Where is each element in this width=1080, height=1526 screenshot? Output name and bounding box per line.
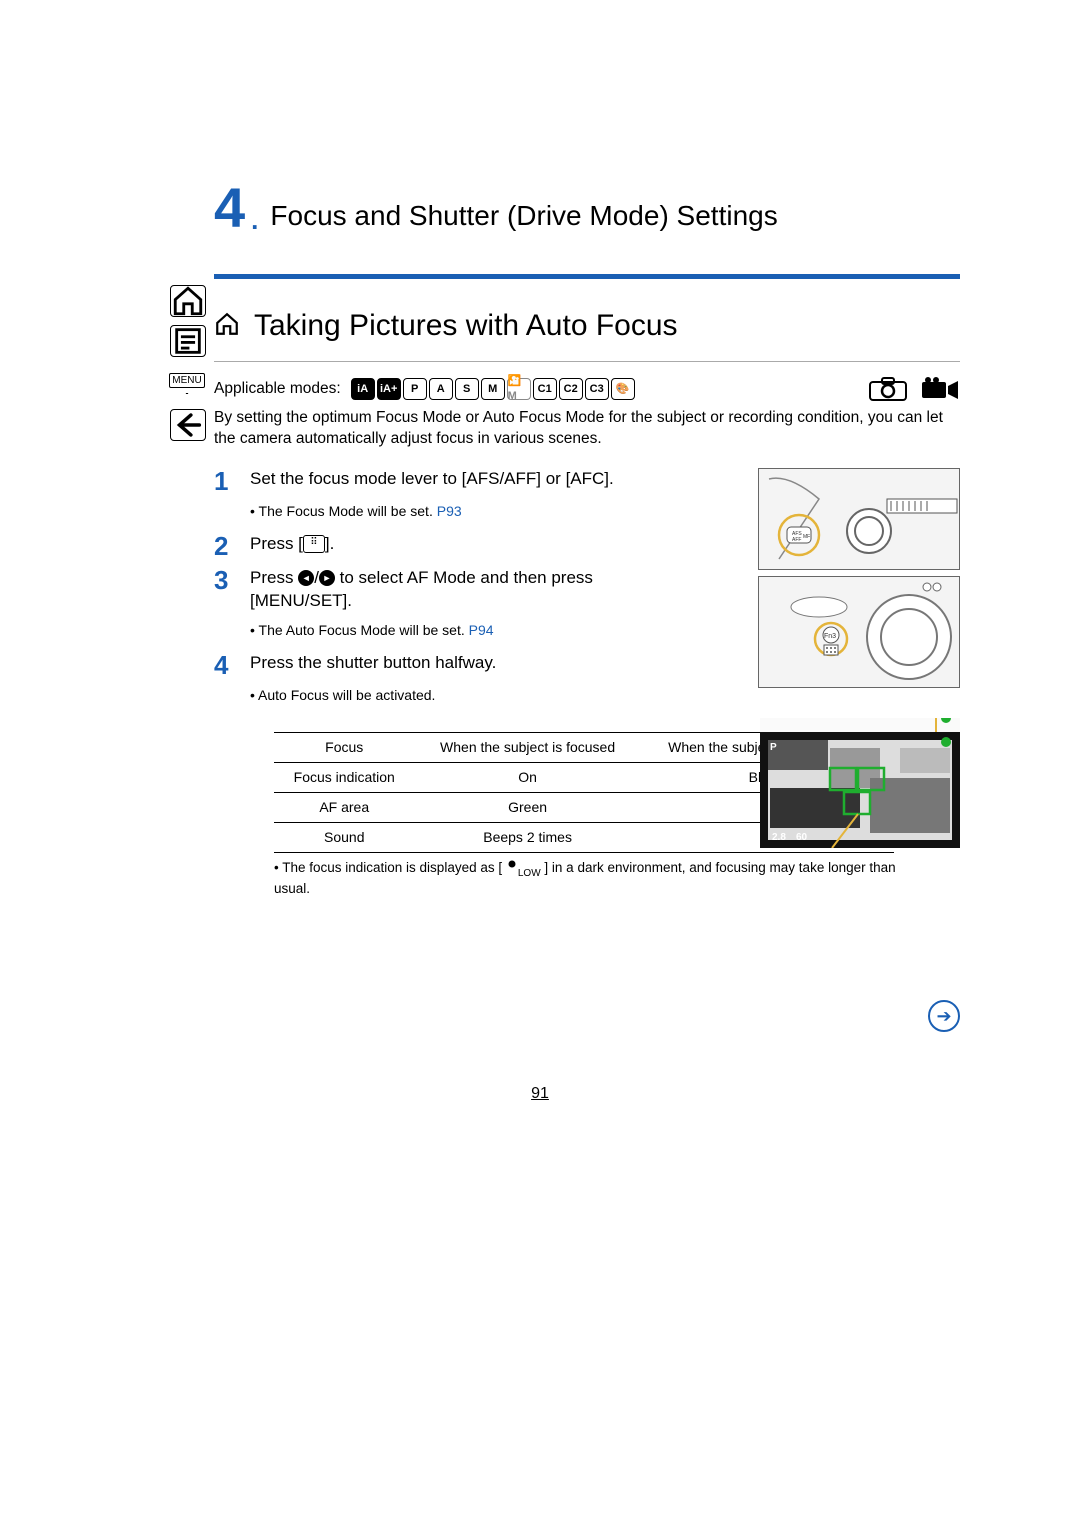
- applicable-modes-row: Applicable modes: iA iA+ P A S M 🎦M C1 C…: [214, 376, 960, 402]
- step-4-text: Press the shutter button halfway.: [250, 652, 496, 678]
- svg-text:P: P: [770, 742, 777, 753]
- section-header: Taking Pictures with Auto Focus: [214, 309, 960, 343]
- mode-badge-moviem: 🎦M: [507, 378, 531, 400]
- movie-icon: [920, 376, 960, 402]
- link-p93[interactable]: P93: [437, 503, 462, 519]
- svg-text:Fn3: Fn3: [824, 633, 836, 640]
- chapter-title: Focus and Shutter (Drive Mode) Settings: [270, 200, 777, 232]
- table-note: • The focus indication is displayed as […: [274, 859, 914, 898]
- step-1-text: Set the focus mode lever to [AFS/AFF] or…: [250, 468, 614, 494]
- mode-badge-c1: C1: [533, 378, 557, 400]
- sidebar-nav: MENU: [170, 285, 204, 441]
- home-icon[interactable]: [170, 285, 206, 317]
- svg-text:AFF: AFF: [792, 537, 801, 543]
- mode-badge-a: A: [429, 378, 453, 400]
- low-focus-icon: [506, 859, 518, 877]
- svg-text:60: 60: [796, 832, 808, 843]
- table-header-focus: Focus: [274, 733, 414, 763]
- menu-icon[interactable]: MENU: [170, 365, 204, 401]
- mode-badge-s: S: [455, 378, 479, 400]
- link-p94[interactable]: P94: [469, 622, 494, 638]
- photo-icon: [868, 376, 908, 402]
- mode-badges: iA iA+ P A S M 🎦M C1 C2 C3 🎨: [351, 378, 635, 400]
- back-icon[interactable]: [170, 409, 206, 441]
- intro-text: By setting the optimum Focus Mode or Aut…: [214, 408, 960, 450]
- steps: AFS AFF MF Fn3: [214, 468, 960, 705]
- applicable-modes-label: Applicable modes:: [214, 379, 341, 400]
- mode-badge-creative: 🎨: [611, 378, 635, 400]
- bookmark-icon: [214, 311, 240, 342]
- af-area-icon: ⠿: [303, 535, 325, 553]
- mode-badge-p: P: [403, 378, 427, 400]
- illustration-fn3-button: Fn3: [758, 576, 960, 688]
- svg-text:2.8: 2.8: [772, 832, 786, 843]
- right-arrow-icon: ►: [319, 570, 335, 586]
- chapter-rule: [214, 274, 960, 279]
- illustration-screen-af: P 2.8 60: [760, 718, 960, 848]
- chapter-header: 4 . Focus and Shutter (Drive Mode) Setti…: [214, 180, 960, 236]
- mode-badge-c3: C3: [585, 378, 609, 400]
- svg-text:MF: MF: [803, 534, 810, 540]
- section-rule: [214, 361, 960, 362]
- mode-badge-m: M: [481, 378, 505, 400]
- step-2-text: Press [⠿].: [250, 533, 334, 559]
- table-header-focused: When the subject is focused: [414, 733, 640, 763]
- mode-badge-c2: C2: [559, 378, 583, 400]
- page-number: 91: [0, 1085, 1080, 1103]
- left-arrow-icon: ◄: [298, 570, 314, 586]
- contents-icon[interactable]: [170, 325, 206, 357]
- illustration-focus-lever: AFS AFF MF: [758, 468, 960, 570]
- step-3-text: Press ◄/► to select AF Mode and then pre…: [250, 567, 680, 613]
- section-title: Taking Pictures with Auto Focus: [254, 309, 678, 343]
- chapter-number: 4: [214, 180, 245, 236]
- next-page-icon[interactable]: ➔: [928, 1000, 960, 1032]
- mode-badge-iaplus: iA+: [377, 378, 401, 400]
- mode-badge-ia: iA: [351, 378, 375, 400]
